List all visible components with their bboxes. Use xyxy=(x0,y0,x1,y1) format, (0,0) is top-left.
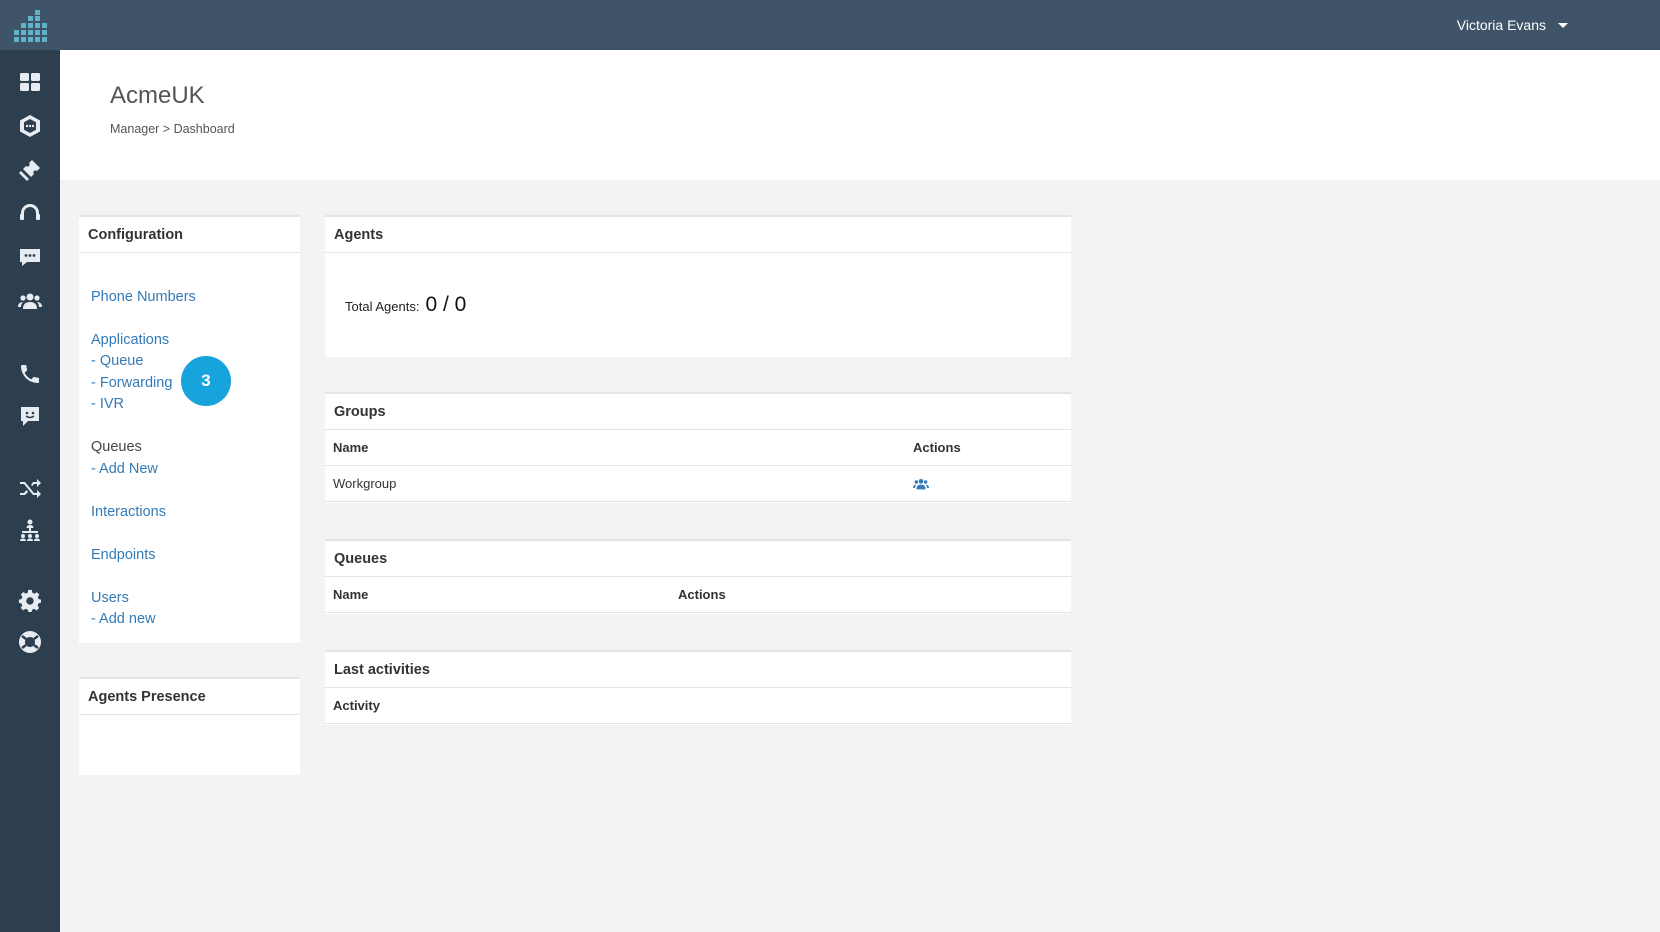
endpoints-link[interactable]: Endpoints xyxy=(91,547,156,563)
applications-link[interactable]: Applications xyxy=(91,332,169,348)
agents-presence-title: Agents Presence xyxy=(79,679,300,715)
total-agents-label: Total Agents: xyxy=(345,299,420,314)
hexagon-chat-icon[interactable] xyxy=(15,111,45,141)
headset-icon[interactable] xyxy=(15,198,45,228)
applications-ivr-link[interactable]: - IVR xyxy=(91,396,124,412)
sms-icon[interactable] xyxy=(15,402,45,432)
queues-add-new-link[interactable]: - Add New xyxy=(91,461,158,477)
users-icon[interactable] xyxy=(15,286,45,316)
phone-numbers-link[interactable]: Phone Numbers xyxy=(91,289,196,305)
groups-col-actions: Actions xyxy=(913,440,961,455)
breadcrumb: Manager > Dashboard xyxy=(110,122,235,136)
users-add-new-link[interactable]: - Add new xyxy=(91,611,156,627)
phone-icon[interactable] xyxy=(15,359,45,389)
hierarchy-icon[interactable] xyxy=(15,515,45,545)
queues-panel: Queues Name Actions xyxy=(325,539,1071,614)
configuration-panel: Configuration Phone Numbers Applications… xyxy=(79,215,300,643)
lifebuoy-icon[interactable] xyxy=(15,627,45,657)
total-agents: Total Agents: 0 / 0 xyxy=(345,293,466,317)
applications-forwarding-link[interactable]: - Forwarding xyxy=(91,375,172,391)
agents-panel: Agents Total Agents: 0 / 0 xyxy=(325,215,1071,357)
groups-col-name: Name xyxy=(333,440,369,455)
user-name: Victoria Evans xyxy=(1456,17,1546,33)
agents-presence-panel: Agents Presence xyxy=(79,677,300,775)
users-link[interactable]: Users xyxy=(91,590,129,606)
gear-icon[interactable] xyxy=(15,586,45,616)
app-logo-icon[interactable] xyxy=(12,10,48,42)
groups-panel: Groups Name Actions Workgroup xyxy=(325,392,1071,503)
queues-title: Queues xyxy=(325,541,1071,577)
activities-col-activity: Activity xyxy=(333,698,380,713)
applications-queue-link[interactable]: - Queue xyxy=(91,353,143,369)
chat-bubble-icon[interactable] xyxy=(15,242,45,272)
queues-label: Queues xyxy=(91,439,142,455)
queues-col-actions: Actions xyxy=(678,587,726,602)
table-row: Workgroup xyxy=(325,466,1071,502)
configuration-title: Configuration xyxy=(79,217,300,253)
user-menu[interactable]: Victoria Evans xyxy=(1457,0,1568,50)
groups-table-header: Name Actions xyxy=(325,430,1071,466)
page-header: AcmeUK Manager > Dashboard xyxy=(60,50,1660,180)
dashboard-icon[interactable] xyxy=(15,67,45,97)
agents-title: Agents xyxy=(325,217,1071,253)
ticket-icon[interactable] xyxy=(15,155,45,185)
queues-table-header: Name Actions xyxy=(325,577,1071,613)
queues-col-name: Name xyxy=(333,587,369,602)
last-activities-panel: Last activities Activity xyxy=(325,650,1071,725)
caret-down-icon xyxy=(1558,22,1568,28)
page-title: AcmeUK xyxy=(110,82,205,109)
activities-table-header: Activity xyxy=(325,688,1071,724)
sidebar xyxy=(0,50,60,932)
group-name: Workgroup xyxy=(333,476,397,491)
users-icon[interactable] xyxy=(913,476,929,492)
step-badge: 3 xyxy=(181,356,231,406)
shuffle-icon[interactable] xyxy=(15,473,45,503)
total-agents-value: 0 / 0 xyxy=(425,293,467,316)
interactions-link[interactable]: Interactions xyxy=(91,504,166,520)
last-activities-title: Last activities xyxy=(325,652,1071,688)
groups-title: Groups xyxy=(325,394,1071,430)
top-bar: Victoria Evans xyxy=(0,0,1660,50)
